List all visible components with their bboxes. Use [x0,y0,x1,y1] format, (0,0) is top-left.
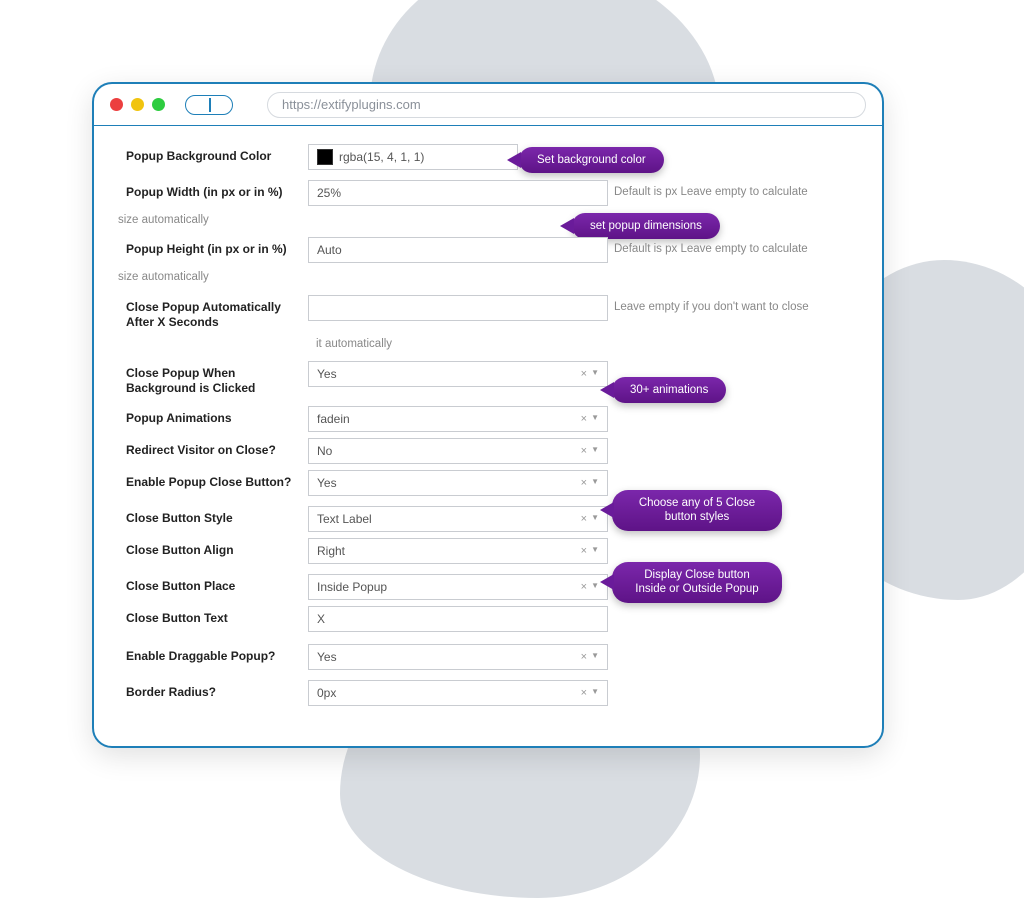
label-close-text: Close Button Text [118,606,308,626]
select-radius[interactable]: 0px ×▼ [308,680,608,706]
select-draggable[interactable]: Yes ×▼ [308,644,608,670]
input-close-text[interactable]: X [308,606,608,632]
callout-bg-color: Set background color [519,147,664,173]
label-bg-click: Close Popup When Background is Clicked [118,361,308,396]
value-width: 25% [317,186,341,200]
minimize-window-icon[interactable] [131,98,144,111]
label-animations: Popup Animations [118,406,308,426]
hint-width-below: size automatically [118,212,858,229]
value-redirect: No [317,444,332,458]
chevron-down-icon: ×▼ [581,513,599,525]
label-bg-color: Popup Background Color [118,144,308,164]
value-close-place: Inside Popup [317,580,387,594]
input-auto-close[interactable] [308,295,608,321]
callout-dimensions: set popup dimensions [572,213,720,239]
label-height: Popup Height (in px or in %) [118,237,308,257]
chevron-down-icon: ×▼ [581,413,599,425]
value-bg-click: Yes [317,367,337,381]
chevron-down-icon: ×▼ [581,581,599,593]
nav-toggle-icon[interactable] [185,95,233,115]
url-bar[interactable]: https://extifyplugins.com [267,92,866,118]
chevron-down-icon: ×▼ [581,687,599,699]
value-enable-close: Yes [317,476,337,490]
hint-height-below: size automatically [118,269,858,286]
callout-close-style: Choose any of 5 Close button styles [612,490,782,531]
chevron-down-icon: ×▼ [581,368,599,380]
label-auto-close: Close Popup Automatically After X Second… [118,295,308,330]
select-bg-click[interactable]: Yes ×▼ [308,361,608,387]
select-close-style[interactable]: Text Label ×▼ [308,506,608,532]
callout-close-place: Display Close button Inside or Outside P… [612,562,782,603]
value-height: Auto [317,243,342,257]
chevron-down-icon: ×▼ [581,477,599,489]
chevron-down-icon: ×▼ [581,445,599,457]
value-close-text: X [317,612,325,626]
callout-animations: 30+ animations [612,377,726,403]
select-close-place[interactable]: Inside Popup ×▼ [308,574,608,600]
label-redirect: Redirect Visitor on Close? [118,438,308,458]
value-bg-color: rgba(15, 4, 1, 1) [339,150,424,164]
hint-width: Default is px Leave empty to calculate [608,180,808,206]
input-width[interactable]: 25% [308,180,608,206]
input-height[interactable]: Auto [308,237,608,263]
label-enable-close: Enable Popup Close Button? [118,470,308,490]
label-close-align: Close Button Align [118,538,308,558]
url-text: https://extifyplugins.com [282,97,421,112]
label-close-style: Close Button Style [118,506,308,526]
value-radius: 0px [317,686,336,700]
value-draggable: Yes [317,650,337,664]
chevron-down-icon: ×▼ [581,545,599,557]
maximize-window-icon[interactable] [152,98,165,111]
select-enable-close[interactable]: Yes ×▼ [308,470,608,496]
settings-form: Popup Background Color rgba(15, 4, 1, 1)… [94,126,882,746]
value-close-align: Right [317,544,345,558]
select-close-align[interactable]: Right ×▼ [308,538,608,564]
browser-titlebar: https://extifyplugins.com [94,84,882,126]
chevron-down-icon: ×▼ [581,651,599,663]
hint-height: Default is px Leave empty to calculate [608,237,808,263]
label-width: Popup Width (in px or in %) [118,180,308,200]
browser-window: https://extifyplugins.com Popup Backgrou… [92,82,884,748]
hint-auto-close: Leave empty if you don't want to close [608,295,809,321]
color-swatch-icon [317,149,333,165]
input-bg-color[interactable]: rgba(15, 4, 1, 1) [308,144,518,170]
traffic-lights [110,98,165,111]
hint-auto-close-below: it automatically [316,336,858,353]
close-window-icon[interactable] [110,98,123,111]
value-animations: fadein [317,412,350,426]
label-radius: Border Radius? [118,680,308,700]
label-close-place: Close Button Place [118,574,308,594]
select-animations[interactable]: fadein ×▼ [308,406,608,432]
select-redirect[interactable]: No ×▼ [308,438,608,464]
value-close-style: Text Label [317,512,372,526]
label-draggable: Enable Draggable Popup? [118,644,308,664]
